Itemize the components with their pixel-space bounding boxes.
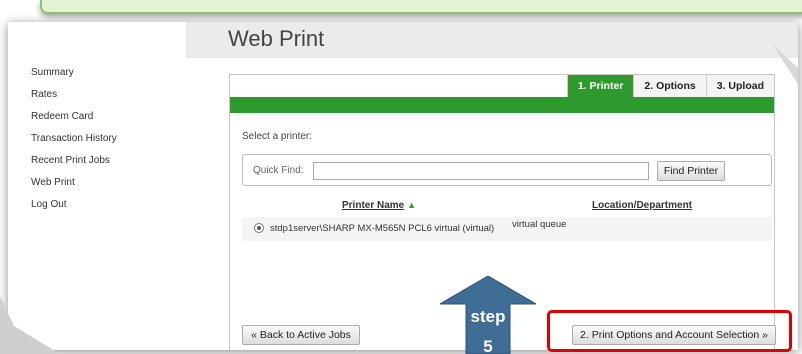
table-header-row: Printer Name ▲ Location/Department (242, 197, 772, 215)
page-title-band: Web Print (186, 22, 798, 58)
wizard-tabs: 1. Printer 2. Options 3. Upload (566, 75, 774, 97)
sidebar-item-redeem-card[interactable]: Redeem Card (31, 106, 181, 128)
step-annotation: step 5 (452, 302, 524, 354)
printer-table: Printer Name ▲ Location/Department stdp1s… (242, 197, 772, 241)
tab-upload[interactable]: 3. Upload (705, 75, 774, 97)
quick-find-input[interactable] (313, 162, 649, 180)
sidebar-item-log-out[interactable]: Log Out (31, 194, 181, 216)
printer-name-header-label: Printer Name (342, 200, 405, 211)
back-to-active-jobs-button[interactable]: « Back to Active Jobs (242, 325, 360, 345)
tab-options[interactable]: 2. Options (633, 75, 706, 97)
step-label-line1: step (470, 307, 506, 326)
step-label-line2: 5 (483, 337, 493, 354)
sidebar-item-transaction-history[interactable]: Transaction History (31, 128, 181, 150)
sidebar-nav: Summary Rates Redeem Card Transaction Hi… (31, 62, 181, 216)
sidebar-item-summary[interactable]: Summary (31, 62, 181, 84)
quick-find-label: Quick Find: (253, 165, 304, 176)
location-header[interactable]: Location/Department (592, 200, 692, 211)
web-print-page: Web Print Summary Rates Redeem Card Tran… (8, 22, 798, 350)
next-button-highlight (547, 310, 792, 352)
sidebar-item-rates[interactable]: Rates (31, 84, 181, 106)
sort-ascending-icon: ▲ (407, 200, 417, 210)
page-curl-left (0, 296, 60, 354)
sidebar-item-web-print[interactable]: Web Print (31, 172, 181, 194)
page-title: Web Print (228, 26, 325, 51)
sidebar-item-recent-print-jobs[interactable]: Recent Print Jobs (31, 150, 181, 172)
tab-printer[interactable]: 1. Printer (566, 75, 634, 97)
select-printer-label: Select a printer: (242, 131, 313, 142)
top-callout-strip (40, 0, 802, 14)
page-curl-right (772, 44, 798, 134)
printer-radio[interactable] (254, 223, 264, 233)
find-printer-button[interactable]: Find Printer (657, 161, 725, 181)
printer-name-cell: stdp1server\SHARP MX-M565N PCL6 virtual … (270, 223, 495, 234)
table-row[interactable]: stdp1server\SHARP MX-M565N PCL6 virtual … (242, 217, 772, 241)
printer-name-header[interactable]: Printer Name ▲ (342, 200, 416, 211)
location-cell: virtual queue (512, 219, 567, 230)
quick-find-box: Quick Find: Find Printer (242, 154, 772, 186)
tab-header-bar (230, 97, 774, 113)
